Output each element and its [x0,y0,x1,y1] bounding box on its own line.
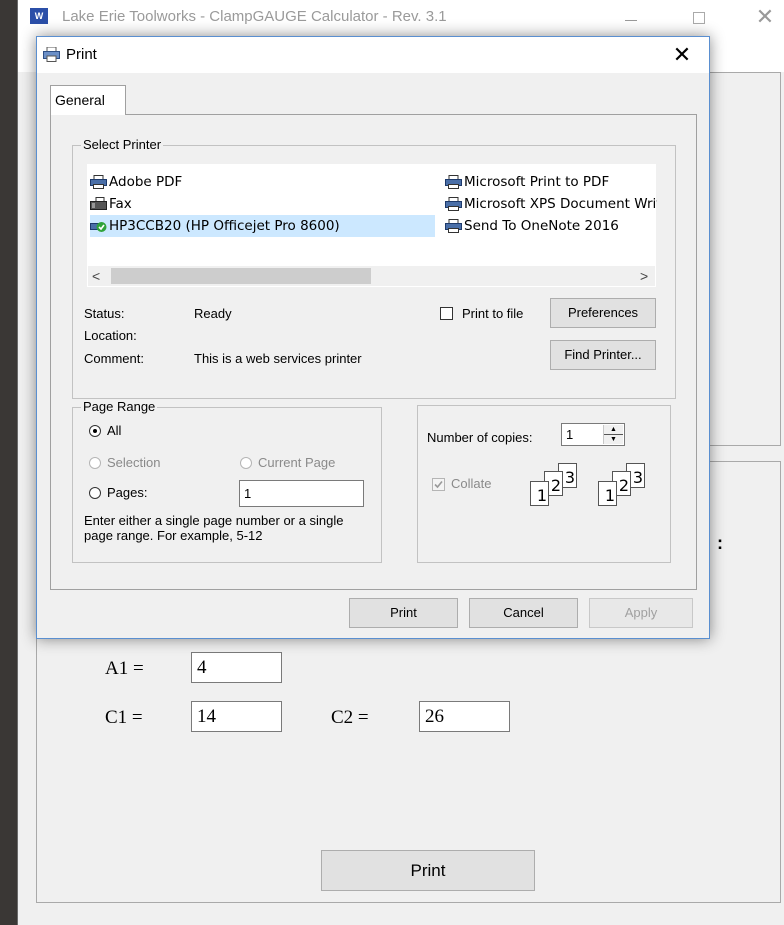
radio-current-page[interactable] [240,457,252,469]
printer-name: Adobe PDF [109,174,183,190]
dialog-title: Print [66,46,97,63]
fax-icon [90,197,107,210]
collate-checkbox[interactable] [432,478,445,491]
collate-page: 1 [530,481,549,506]
spin-up-icon[interactable]: ▲ [604,425,623,434]
copies-group: Number of copies: 1 ▲ ▼ Collate 3 2 1 3 … [417,405,671,563]
c1-field[interactable]: 14 [191,701,282,732]
location-label: Location: [84,328,137,343]
collate-label: Collate [451,476,492,491]
printer-list[interactable]: Adobe PDF Fax HP3CCB20 (HP Officejet Pro… [87,164,657,287]
status-label: Status: [84,306,125,321]
current-page-label[interactable]: Current Page [258,455,335,470]
printer-item-send-to-onenote[interactable]: Send To OneNote 2016 [445,215,657,237]
printer-item-fax[interactable]: Fax [90,193,435,215]
scroll-right-icon[interactable]: > [640,266,654,286]
c2-field[interactable]: 26 [419,701,510,732]
select-printer-label: Select Printer [81,137,164,153]
cancel-button[interactable]: Cancel [469,598,578,628]
radio-selection[interactable] [89,457,101,469]
comment-label: Comment: [84,351,144,366]
printer-icon [445,219,462,233]
printer-item-microsoft-xps[interactable]: Microsoft XPS Document Writer [445,193,657,215]
app-icon: W [30,8,48,24]
printer-default-icon [90,222,107,232]
minimize-icon[interactable] [625,20,637,21]
page-range-hint-line2: page range. For example, 5-12 [84,528,263,543]
copies-spinner[interactable]: ▲ ▼ [603,425,623,444]
print-to-file-label[interactable]: Print to file [462,306,523,321]
printer-name: Microsoft XPS Document Writer [464,196,657,212]
printer-item-hp3ccb20[interactable]: HP3CCB20 (HP Officejet Pro 8600) [90,215,435,237]
printer-icon [445,197,462,211]
collate-page: 1 [598,481,617,506]
background-print-button[interactable]: Print [321,850,535,891]
close-icon[interactable]: ✕ [750,2,780,32]
printer-icon [445,175,462,189]
collate-illustration: 3 2 1 [528,463,588,523]
dialog-title-bar: Print ✕ [37,37,709,73]
printer-icon [90,175,107,189]
page-range-label: Page Range [81,399,158,415]
preferences-button[interactable]: Preferences [550,298,656,328]
printer-name: Fax [109,196,132,212]
a1-field[interactable]: 4 [191,652,282,683]
selection-label[interactable]: Selection [107,455,160,470]
apply-button[interactable]: Apply [589,598,693,628]
maximize-icon[interactable] [693,12,705,24]
scrollbar-thumb[interactable] [111,268,371,284]
find-printer-button[interactable]: Find Printer... [550,340,656,370]
print-dialog: Print ✕ General Select Printer Adobe PDF… [36,36,710,639]
printer-item-adobe-pdf[interactable]: Adobe PDF [90,171,435,193]
general-tab-panel: Select Printer Adobe PDF Fax HP3CCB20 (H… [50,114,697,590]
print-button[interactable]: Print [349,598,458,628]
scroll-left-icon[interactable]: < [92,266,106,286]
printer-item-microsoft-print-to-pdf[interactable]: Microsoft Print to PDF [445,171,657,193]
a1-label: A1 = [105,658,144,679]
collate-illustration: 3 2 1 [596,463,656,523]
partial-heading: : [717,533,723,553]
printer-name: Send To OneNote 2016 [464,218,619,234]
tab-general[interactable]: General [50,85,126,115]
page-range-group: Page Range All Selection Current Page Pa… [72,399,382,563]
horizontal-scrollbar[interactable]: < > [88,266,655,286]
all-label[interactable]: All [107,423,121,438]
spin-down-icon[interactable]: ▼ [604,435,623,444]
printer-icon [43,47,60,62]
background-window-title: Lake Erie Toolworks - ClampGAUGE Calcula… [62,8,447,25]
select-printer-group: Select Printer Adobe PDF Fax HP3CCB20 (H… [72,137,676,399]
radio-pages[interactable] [89,487,101,499]
pages-input[interactable]: 1 [239,480,364,507]
check-icon [434,480,443,489]
close-icon[interactable]: ✕ [667,41,697,69]
page-range-hint-line1: Enter either a single page number or a s… [84,513,344,528]
c1-label: C1 = [105,707,143,728]
status-value: Ready [194,306,232,321]
print-to-file-checkbox[interactable] [440,307,453,320]
printer-name: HP3CCB20 (HP Officejet Pro 8600) [109,218,340,234]
c2-label: C2 = [331,707,369,728]
number-of-copies-label: Number of copies: [427,430,533,445]
comment-value: This is a web services printer [194,351,362,366]
pages-label[interactable]: Pages: [107,485,147,500]
radio-all[interactable] [89,425,101,437]
printer-name: Microsoft Print to PDF [464,174,610,190]
